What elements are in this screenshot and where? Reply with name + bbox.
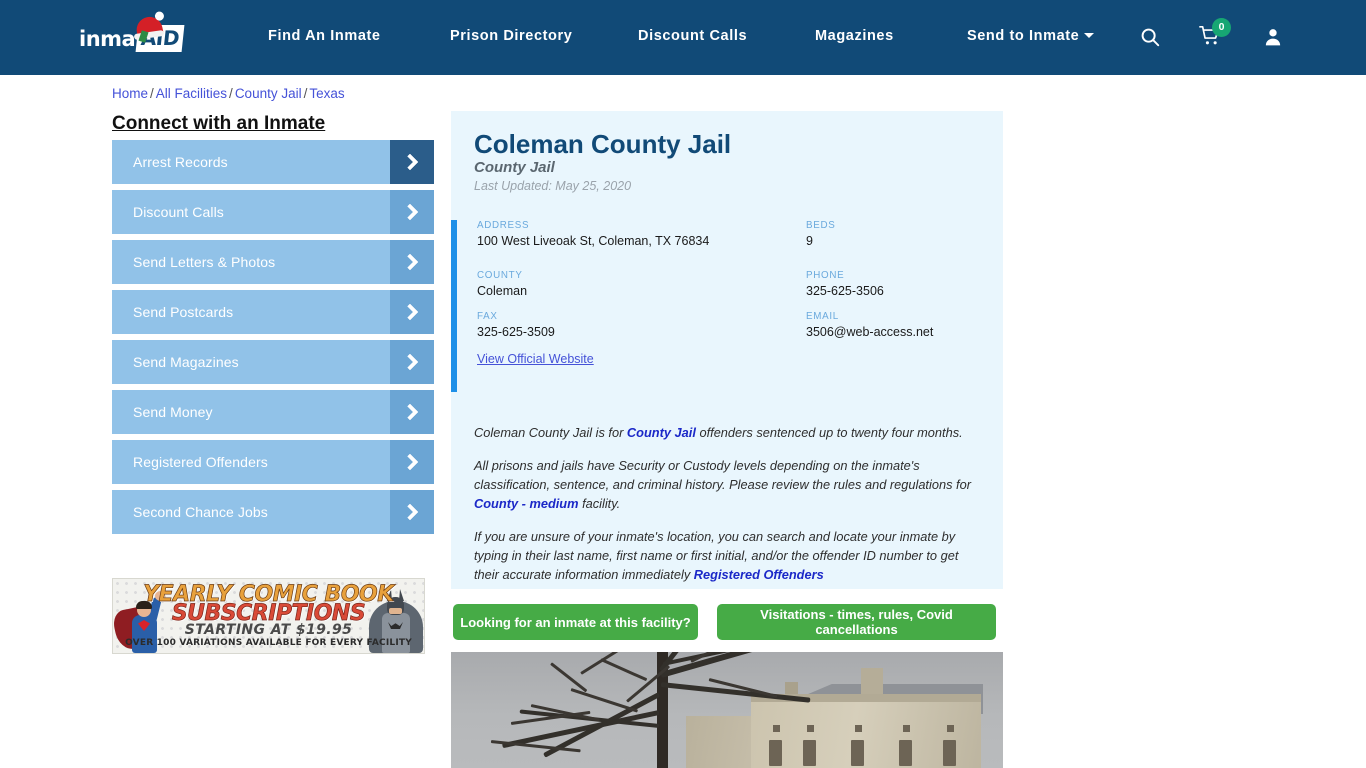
field-label: ADDRESS [477, 220, 530, 231]
sidebar-menu: Arrest Records Discount Calls Send Lette… [112, 140, 434, 540]
breadcrumb: Home / All Facilities / County Jail / Texas [112, 86, 345, 101]
description-paragraph-1: Coleman County Jail is for County Jail o… [474, 424, 979, 443]
find-inmate-button[interactable]: Looking for an inmate at this facility? [453, 604, 698, 640]
ad-price-text: STARTING AT $19.95 [184, 622, 353, 638]
field-value: 100 West Liveoak St, Coleman, TX 76834 [477, 234, 710, 248]
field-county: COUNTY Coleman [477, 270, 527, 298]
bare-tree-silhouette [451, 652, 811, 768]
field-beds: BEDS 9 [806, 220, 835, 248]
chevron-right-icon [390, 140, 434, 184]
page-title: Coleman County Jail [474, 129, 732, 159]
facility-detail-card: Coleman County Jail County Jail Last Upd… [451, 111, 1003, 589]
sidebar-item-label: Send Money [133, 404, 213, 420]
desc-text: Coleman County Jail is for [474, 425, 627, 440]
nav-item-magazines[interactable]: Magazines [815, 28, 894, 44]
chevron-right-icon [390, 290, 434, 334]
visitations-button[interactable]: Visitations - times, rules, Covid cancel… [717, 604, 996, 640]
breadcrumb-item-home[interactable]: Home [112, 86, 148, 101]
nav-item-find-an-inmate[interactable]: Find An Inmate [268, 28, 381, 44]
field-address: ADDRESS 100 West Liveoak St, Coleman, TX… [477, 220, 709, 248]
field-email: EMAIL 3506@web-access.net [806, 311, 933, 339]
facility-description: Coleman County Jail is for County Jail o… [474, 424, 979, 599]
user-account-icon[interactable] [1263, 26, 1283, 48]
chevron-down-icon [1084, 33, 1095, 38]
sidebar-heading: Connect with an Inmate [112, 113, 326, 134]
desc-text: offenders sentenced up to twenty four mo… [695, 425, 963, 440]
nav-item-prison-directory[interactable]: Prison Directory [450, 28, 572, 44]
field-value: 3506@web-access.net [806, 325, 934, 339]
field-value: 9 [806, 234, 813, 248]
breadcrumb-separator: / [303, 86, 308, 101]
link-county-jail[interactable]: County Jail [627, 425, 696, 440]
sidebar-item-second-chance-jobs[interactable]: Second Chance Jobs [112, 490, 434, 534]
field-value: 325-625-3509 [477, 325, 555, 339]
desc-text: facility. [578, 495, 621, 511]
sidebar-item-label: Send Letters & Photos [133, 254, 276, 270]
nav-item-discount-calls[interactable]: Discount Calls [638, 28, 747, 44]
last-updated-text: Last Updated: May 25, 2020 [474, 179, 632, 193]
sidebar-item-send-postcards[interactable]: Send Postcards [112, 290, 434, 334]
sidebar-item-discount-calls[interactable]: Discount Calls [112, 190, 434, 234]
desc-text: All prisons and jails have Security or C… [474, 457, 971, 492]
view-official-website-link[interactable]: View Official Website [477, 352, 594, 366]
sidebar-item-send-magazines[interactable]: Send Magazines [112, 340, 434, 384]
field-label: FAX [477, 311, 498, 322]
sidebar-item-registered-offenders[interactable]: Registered Offenders [112, 440, 434, 484]
breadcrumb-item-county-jail[interactable]: County Jail [235, 86, 302, 101]
chevron-right-icon [390, 390, 434, 434]
breadcrumb-item-all-facilities[interactable]: All Facilities [156, 86, 227, 101]
field-fax: FAX 325-625-3509 [477, 311, 555, 339]
field-label: BEDS [806, 220, 836, 231]
nav-item-send-to-inmate[interactable]: Send to Inmate [967, 28, 1095, 44]
ad-subtext: OVER 100 VARIATIONS AVAILABLE FOR EVERY … [125, 638, 412, 648]
facility-type: County Jail [474, 159, 555, 176]
sidebar-item-label: Send Magazines [133, 354, 239, 370]
cart-count-badge: 0 [1212, 18, 1231, 37]
facility-photo [451, 652, 1003, 768]
top-navigation-bar: inmate AID Find An Inmate Prison Directo… [0, 0, 1366, 75]
facility-info-block: ADDRESS 100 West Liveoak St, Coleman, TX… [451, 220, 1003, 392]
chevron-right-icon [390, 440, 434, 484]
chevron-right-icon [390, 340, 434, 384]
sidebar-item-label: Discount Calls [133, 204, 224, 220]
sidebar-item-send-money[interactable]: Send Money [112, 390, 434, 434]
accent-bar [451, 220, 457, 392]
search-icon[interactable] [1139, 26, 1161, 48]
field-value: Coleman [477, 284, 528, 298]
field-label: COUNTY [477, 270, 523, 281]
cart-icon[interactable]: 0 [1198, 18, 1231, 49]
description-paragraph-2: All prisons and jails have Security or C… [474, 457, 979, 514]
breadcrumb-separator: / [229, 86, 233, 101]
sidebar-item-send-letters-and-photos[interactable]: Send Letters & Photos [112, 240, 434, 284]
sidebar-item-label: Registered Offenders [133, 454, 268, 470]
link-county-medium[interactable]: County - medium [474, 496, 579, 511]
breadcrumb-separator: / [150, 86, 154, 101]
sidebar-item-label: Arrest Records [133, 154, 228, 170]
field-label: PHONE [806, 270, 845, 281]
sidebar-item-label: Second Chance Jobs [133, 504, 268, 520]
nav-item-send-to-inmate-label: Send to Inmate [967, 28, 1080, 44]
chevron-right-icon [390, 490, 434, 534]
field-label: EMAIL [806, 311, 839, 322]
chevron-right-icon [390, 240, 434, 284]
description-paragraph-3: If you are unsure of your inmate's locat… [474, 528, 979, 585]
comic-book-subscription-ad[interactable]: YEARLY COMIC BOOK SUBSCRIPTIONS STARTING… [112, 578, 425, 654]
sidebar-item-arrest-records[interactable]: Arrest Records [112, 140, 434, 184]
field-value: 325-625-3506 [806, 284, 884, 298]
field-phone: PHONE 325-625-3506 [806, 270, 884, 298]
sidebar-item-label: Send Postcards [133, 304, 234, 320]
chevron-right-icon [390, 190, 434, 234]
nav-link-list: Find An Inmate Prison Directory Discount… [0, 0, 1366, 75]
link-registered-offenders[interactable]: Registered Offenders [694, 567, 824, 582]
breadcrumb-item-texas[interactable]: Texas [309, 86, 344, 101]
